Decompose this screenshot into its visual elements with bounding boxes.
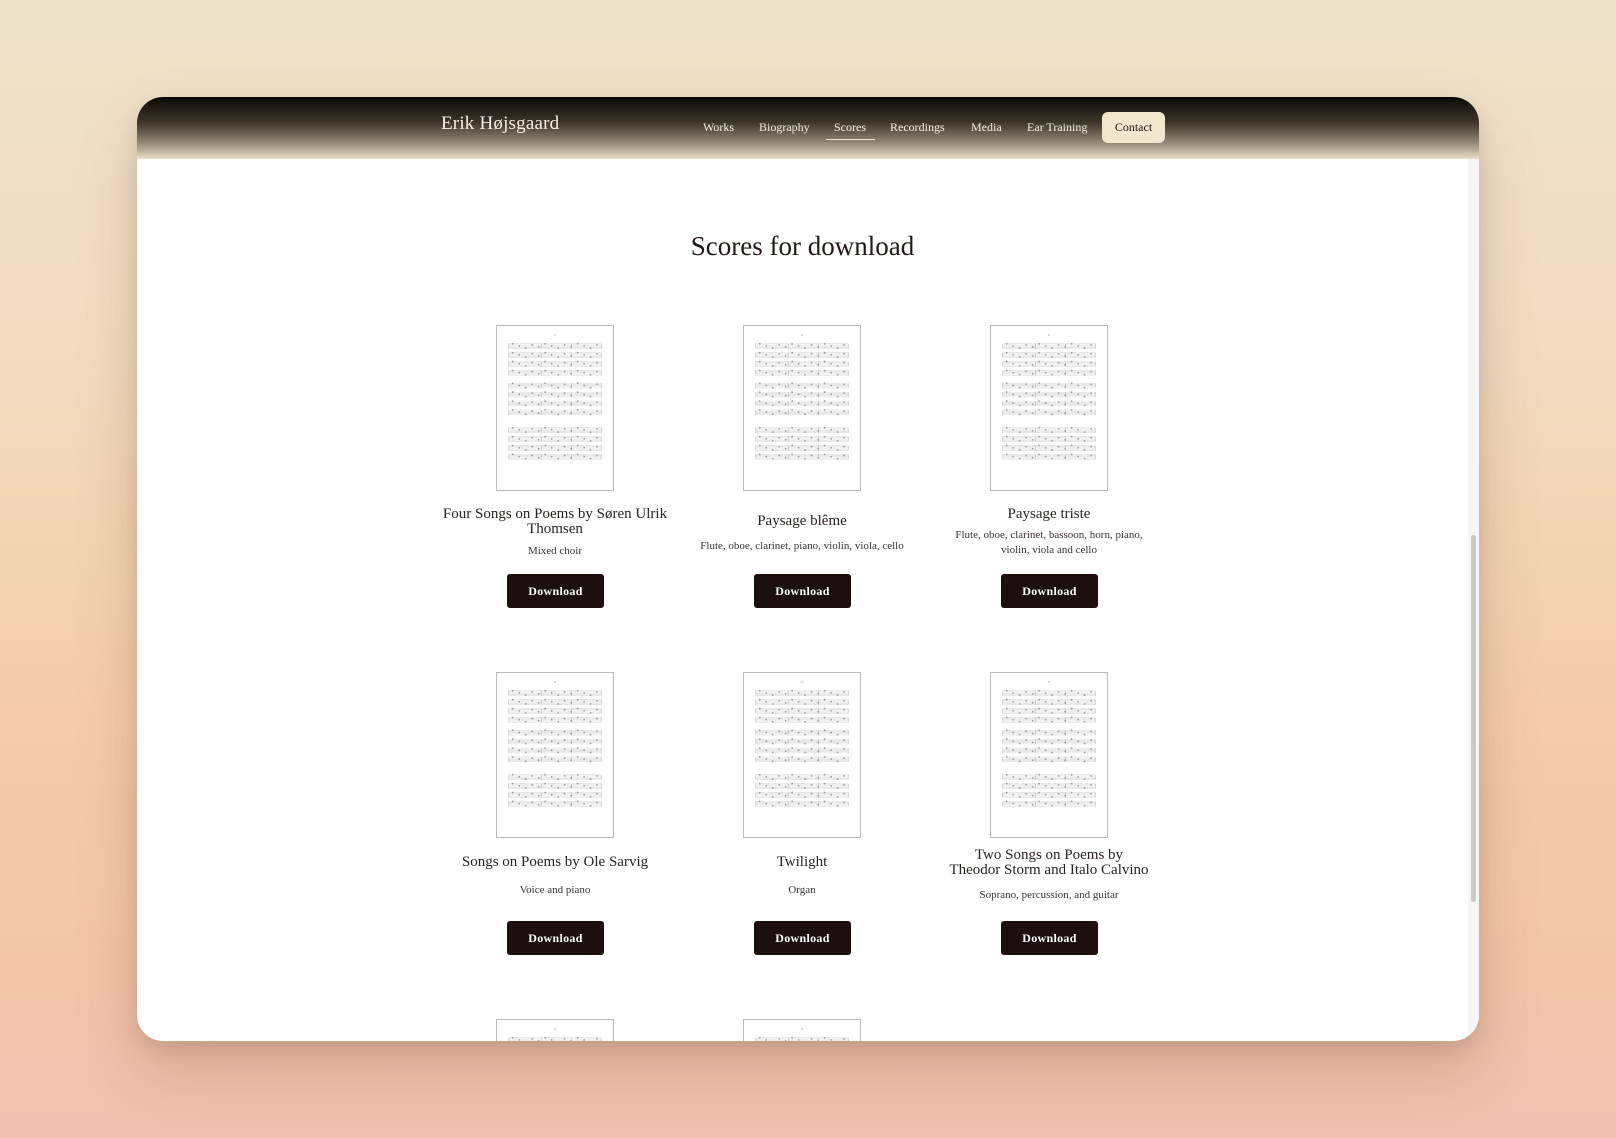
score-title: Songs on Poems by Ole Sarvig [461,854,649,870]
nav-item-media[interactable]: Media [971,120,1002,135]
sheet-music-thumbnail-icon[interactable] [743,672,861,838]
score-title: Four Songs on Poems by Søren Ulrik Thoms… [442,506,668,537]
active-nav-indicator [826,139,875,140]
score-instrumentation: Flute, oboe, clarinet, piano, violin, vi… [700,540,904,552]
sheet-music-thumbnail-icon[interactable] [743,1019,861,1041]
browser-window: Erik Højsgaard Works Biography Scores Re… [137,97,1479,1041]
nav-item-ear-training[interactable]: Ear Training [1027,120,1087,135]
download-button[interactable]: Download [1001,574,1098,608]
sheet-music-thumbnail-icon[interactable] [496,1019,614,1041]
nav-item-recordings[interactable]: Recordings [890,120,945,135]
score-instrumentation: Organ [788,884,816,896]
sheet-music-thumbnail-icon[interactable] [496,325,614,491]
contact-button[interactable]: Contact [1102,112,1165,143]
nav-item-works[interactable]: Works [703,120,734,135]
scrollbar-thumb[interactable] [1471,535,1476,902]
sheet-music-thumbnail-icon[interactable] [990,325,1108,491]
download-button[interactable]: Download [754,921,851,955]
download-button[interactable]: Download [1001,921,1098,955]
download-button[interactable]: Download [754,574,851,608]
site-brand[interactable]: Erik Højsgaard [441,113,559,135]
score-title: Twilight [776,854,828,870]
score-title: Two Songs on Poems by Theodor Storm and … [949,847,1149,878]
score-title: Paysage blême [757,513,847,529]
sheet-music-thumbnail-icon[interactable] [743,325,861,491]
download-button[interactable]: Download [507,921,604,955]
nav-item-scores[interactable]: Scores [834,120,866,135]
download-button[interactable]: Download [507,574,604,608]
score-instrumentation: Soprano, percussion, and guitar [979,889,1119,901]
page-title: Scores for download [690,231,915,261]
score-title: Paysage triste [1007,506,1091,522]
score-instrumentation: Flute, oboe, clarinet, bassoon, horn, pi… [955,529,1143,556]
sheet-music-thumbnail-icon[interactable] [990,672,1108,838]
nav-item-biography[interactable]: Biography [759,120,810,135]
score-instrumentation: Voice and piano [519,884,591,896]
score-instrumentation: Mixed choir [527,545,583,557]
navbar: Erik Højsgaard Works Biography Scores Re… [137,97,1479,159]
scrollbar[interactable] [1468,159,1479,1041]
sheet-music-thumbnail-icon[interactable] [496,672,614,838]
